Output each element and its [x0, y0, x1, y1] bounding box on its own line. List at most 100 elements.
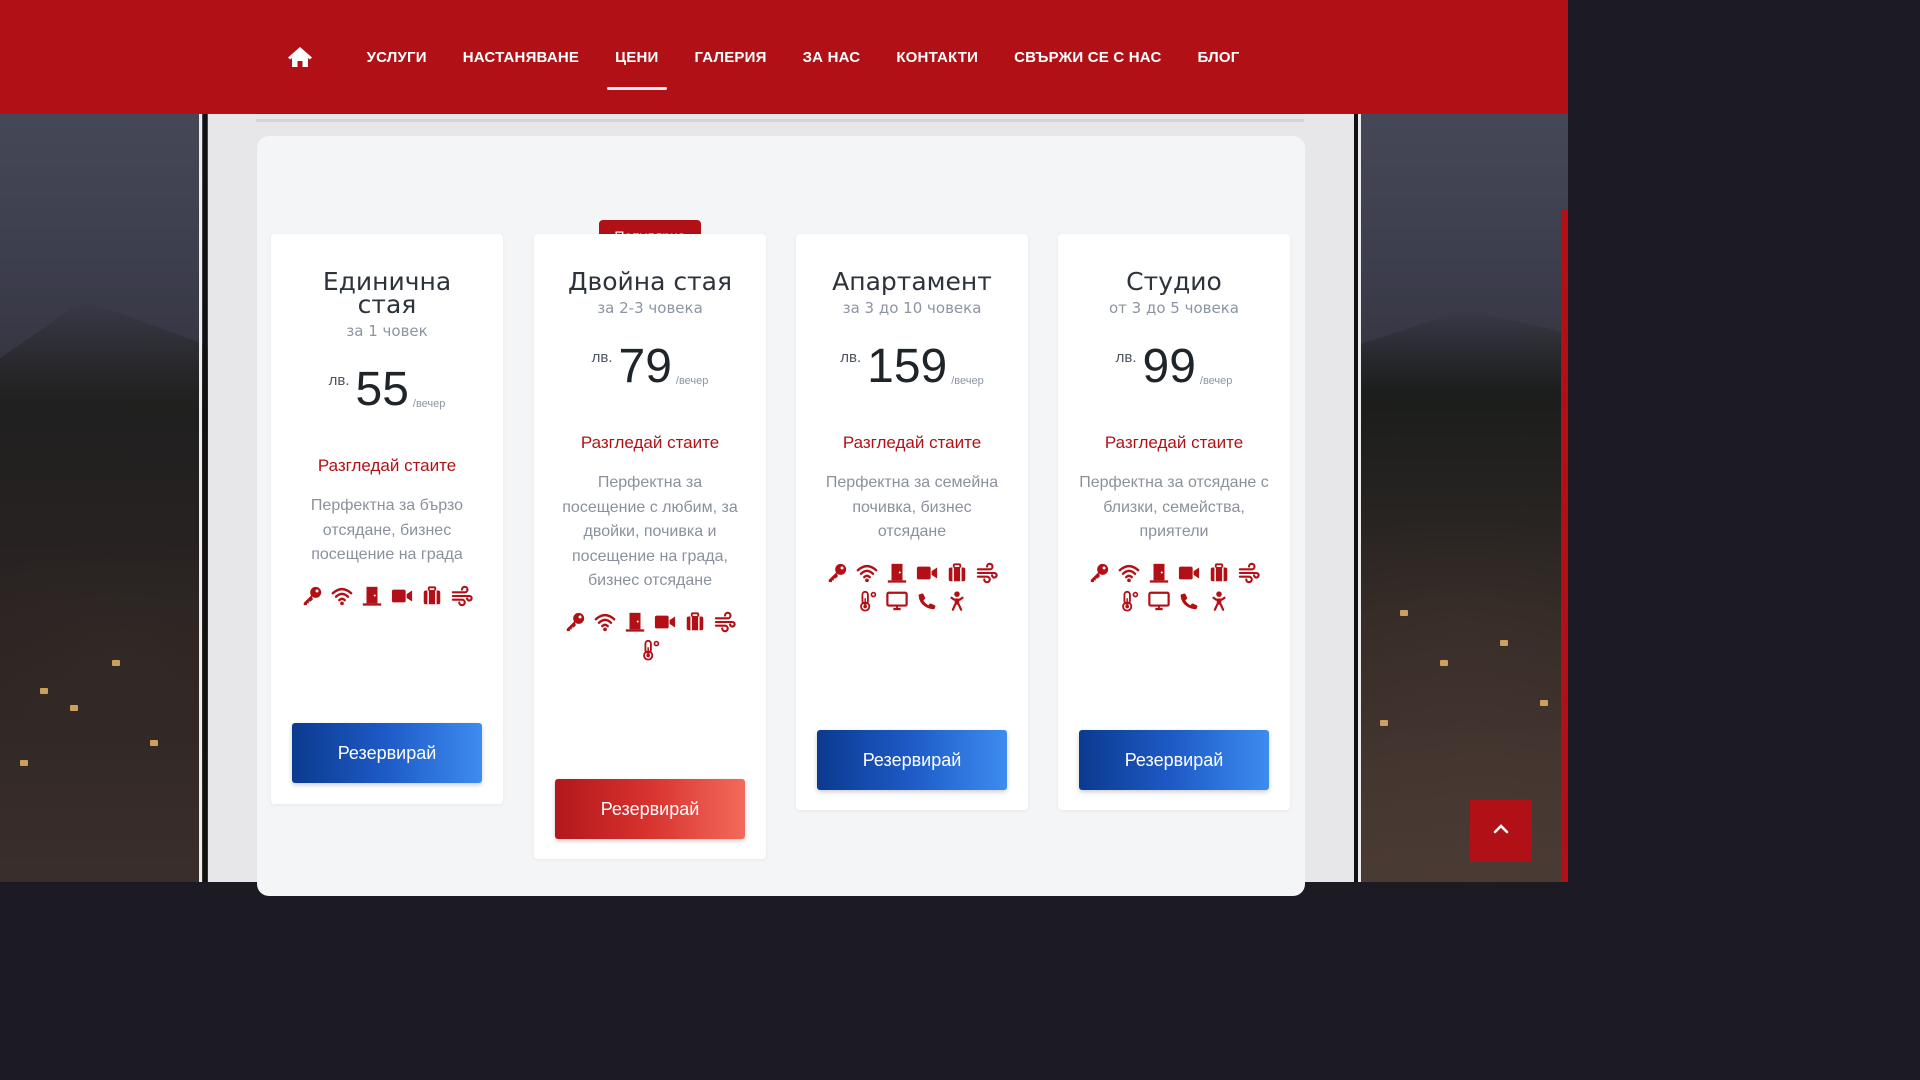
- thermometer-icon: [856, 590, 878, 612]
- price-period: /вечер: [951, 375, 984, 387]
- door-icon: [361, 585, 383, 607]
- card-subtitle: за 1 човек: [346, 322, 428, 340]
- view-rooms-link[interactable]: Разгледай стаите: [271, 456, 503, 476]
- main-nav: УСЛУГИ НАСТАНЯВАНЕ ЦЕНИ ГАЛЕРИЯ ЗА НАС К…: [0, 0, 1568, 114]
- pricing-card-studio: Студио от 3 до 5 човека лв. 99 /вечер Ра…: [1058, 234, 1290, 810]
- card-title: Двойна стая: [567, 267, 733, 296]
- tv-icon: [886, 590, 908, 612]
- town-light: [112, 660, 120, 666]
- nav-item-contacts[interactable]: КОНТАКТИ: [896, 0, 978, 114]
- luggage-icon: [946, 562, 968, 584]
- town-light: [1440, 660, 1448, 666]
- key-icon: [301, 585, 323, 607]
- wind-icon: [1238, 562, 1260, 584]
- video-icon: [654, 611, 676, 633]
- town-light: [1380, 720, 1388, 726]
- book-button[interactable]: Резервирай: [555, 779, 745, 839]
- card-description: Перфектна за семейна почивка, бизнес отс…: [825, 474, 999, 540]
- frame-line-left-outer: [199, 114, 202, 882]
- price: лв. 159 /вечер: [796, 343, 1028, 391]
- tv-icon: [1148, 590, 1170, 612]
- pricing-card-single: Единична стая за 1 човек лв. 55 /вечер Р…: [271, 234, 503, 804]
- frame-line-right-outer: [1358, 114, 1361, 882]
- door-icon: [886, 562, 908, 584]
- wind-icon: [451, 585, 473, 607]
- town-light: [40, 688, 48, 694]
- view-rooms-link[interactable]: Разгледай стаите: [1058, 433, 1290, 453]
- currency: лв.: [591, 349, 613, 366]
- town-light: [70, 705, 78, 711]
- nav-item-blog[interactable]: БЛОГ: [1198, 0, 1240, 114]
- price: лв. 99 /вечер: [1058, 343, 1290, 391]
- nav-item-about[interactable]: ЗА НАС: [803, 0, 861, 114]
- price-amount: 159: [867, 340, 948, 393]
- video-icon: [391, 585, 413, 607]
- baby-icon: [1208, 590, 1230, 612]
- pricing-card-apartment: Апартамент за 3 до 10 човека лв. 159 /ве…: [796, 234, 1028, 810]
- book-button[interactable]: Резервирай: [292, 723, 482, 783]
- nav-item-gallery[interactable]: ГАЛЕРИЯ: [695, 0, 767, 114]
- background-hill-left: [0, 300, 210, 882]
- wifi-icon: [331, 585, 353, 607]
- baby-icon: [946, 590, 968, 612]
- phone-icon: [916, 590, 938, 612]
- wifi-icon: [856, 562, 878, 584]
- amenity-icons: [1079, 559, 1269, 615]
- amenity-icons: [555, 608, 745, 664]
- divider: [256, 119, 1304, 122]
- price: лв. 55 /вечер: [271, 366, 503, 414]
- pricing-card-double: Двойна стая за 2-3 човека лв. 79 /вечер …: [534, 234, 766, 859]
- town-light: [1500, 640, 1508, 646]
- key-icon: [826, 562, 848, 584]
- book-button[interactable]: Резервирай: [817, 730, 1007, 790]
- luggage-icon: [421, 585, 443, 607]
- nav-item-contact-us[interactable]: СВЪРЖИ СЕ С НАС: [1014, 0, 1161, 114]
- phone-icon: [1178, 590, 1200, 612]
- view-rooms-link[interactable]: Разгледай стаите: [534, 433, 766, 453]
- thermometer-icon: [639, 639, 661, 661]
- door-icon: [1148, 562, 1170, 584]
- town-light: [1540, 700, 1548, 706]
- nav-item-prices[interactable]: ЦЕНИ: [607, 0, 667, 114]
- town-light: [1400, 610, 1408, 616]
- card-title: Студио: [1126, 267, 1222, 296]
- video-icon: [916, 562, 938, 584]
- card-subtitle: от 3 до 5 човека: [1109, 299, 1239, 317]
- town-light: [20, 760, 28, 766]
- wind-icon: [976, 562, 998, 584]
- price-period: /вечер: [412, 398, 446, 410]
- card-subtitle: за 2-3 човека: [597, 299, 703, 317]
- currency: лв.: [328, 372, 350, 389]
- currency: лв.: [1115, 349, 1137, 366]
- frame-line-left-inner: [203, 114, 207, 882]
- town-light: [150, 740, 158, 746]
- price-amount: 55: [355, 363, 409, 416]
- wifi-icon: [1118, 562, 1140, 584]
- nav-item-services[interactable]: УСЛУГИ: [367, 0, 427, 114]
- luggage-icon: [1208, 562, 1230, 584]
- price: лв. 79 /вечер: [534, 343, 766, 391]
- price-amount: 79: [618, 340, 672, 393]
- amenity-icons: [817, 559, 1007, 615]
- luggage-icon: [684, 611, 706, 633]
- book-button[interactable]: Резервирай: [1079, 730, 1269, 790]
- thermometer-icon: [1118, 590, 1140, 612]
- price-period: /вечер: [1199, 375, 1233, 387]
- background-hill-right: [1360, 310, 1568, 882]
- wind-icon: [714, 611, 736, 633]
- door-icon: [624, 611, 646, 633]
- scroll-to-top-button[interactable]: [1470, 800, 1532, 862]
- nav-item-accommodation[interactable]: НАСТАНЯВАНЕ: [463, 0, 579, 114]
- page-scrollbar[interactable]: [1561, 210, 1568, 882]
- home-icon[interactable]: [287, 44, 313, 70]
- card-description: Перфектна за отсядане с близки, семейств…: [1079, 474, 1269, 540]
- card-subtitle: за 3 до 10 човека: [842, 299, 982, 317]
- wifi-icon: [594, 611, 616, 633]
- currency: лв.: [840, 349, 862, 366]
- key-icon: [1088, 562, 1110, 584]
- view-rooms-link[interactable]: Разгледай стаите: [796, 433, 1028, 453]
- amenity-icons: [292, 582, 482, 610]
- card-description: Перфектна за посещение с любим, за двойк…: [562, 474, 738, 589]
- price-period: /вечер: [675, 375, 709, 387]
- price-amount: 99: [1142, 340, 1196, 393]
